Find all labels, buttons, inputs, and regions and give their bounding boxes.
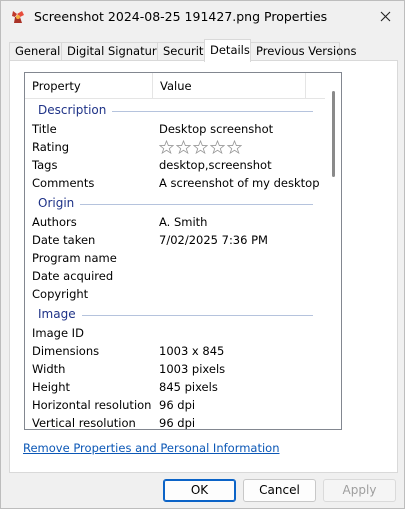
tab-details[interactable]: Details bbox=[204, 39, 251, 62]
group-label: Origin bbox=[38, 196, 81, 210]
list-header: Property Value bbox=[25, 73, 325, 99]
property-rows: Description Title Desktop screenshot Rat… bbox=[25, 99, 325, 430]
star-icon[interactable] bbox=[159, 140, 174, 154]
cancel-button[interactable]: Cancel bbox=[243, 479, 316, 502]
property-value[interactable]: desktop,screenshot bbox=[159, 156, 272, 174]
list-item[interactable]: Program name bbox=[25, 249, 325, 267]
title-bar[interactable]: Screenshot 2024-08-25 191427.png Propert… bbox=[1, 1, 404, 33]
list-item[interactable]: Horizontal resolution 96 dpi bbox=[25, 396, 325, 414]
property-value[interactable]: 1003 x 845 bbox=[159, 342, 224, 360]
property-value[interactable]: 96 dpi bbox=[159, 396, 195, 414]
list-item[interactable]: Date taken 7/02/2025 7:36 PM bbox=[25, 231, 325, 249]
list-item[interactable]: Image ID bbox=[25, 324, 325, 342]
property-name: Image ID bbox=[32, 326, 84, 340]
property-value[interactable]: 7/02/2025 7:36 PM bbox=[159, 231, 268, 249]
list-item[interactable]: Authors A. Smith bbox=[25, 213, 325, 231]
list-item[interactable]: Copyright bbox=[25, 285, 325, 303]
property-value[interactable]: 96 dpi bbox=[159, 414, 195, 429]
list-item[interactable]: Dimensions 1003 x 845 bbox=[25, 342, 325, 360]
list-item[interactable]: Comments A screenshot of my desktop bbox=[25, 174, 325, 192]
property-name: Date acquired bbox=[32, 269, 114, 283]
image-file-icon bbox=[12, 11, 24, 23]
column-header-property[interactable]: Property bbox=[26, 73, 153, 98]
group-label: Image bbox=[38, 307, 82, 321]
tab-general[interactable]: General bbox=[9, 42, 62, 61]
list-item[interactable]: Tags desktop,screenshot bbox=[25, 156, 325, 174]
property-value[interactable]: A screenshot of my desktop bbox=[159, 174, 320, 192]
property-name: Vertical resolution bbox=[32, 416, 136, 430]
tab-digital-signatures[interactable]: Digital Signatures bbox=[61, 42, 169, 61]
property-name: Height bbox=[32, 380, 71, 394]
property-name: Tags bbox=[32, 158, 58, 172]
properties-list[interactable]: Property Value Description Title Desktop… bbox=[24, 72, 342, 430]
star-icon[interactable] bbox=[176, 140, 191, 154]
group-origin[interactable]: Origin bbox=[25, 195, 325, 213]
apply-button[interactable]: Apply bbox=[323, 479, 396, 502]
star-icon[interactable] bbox=[227, 140, 242, 154]
list-item[interactable]: Width 1003 pixels bbox=[25, 360, 325, 378]
property-name: Rating bbox=[32, 140, 70, 154]
tab-strip: General Digital Signatures Security Deta… bbox=[9, 39, 399, 62]
group-label: Description bbox=[38, 103, 113, 117]
vertical-scrollbar[interactable] bbox=[327, 73, 341, 429]
list-item[interactable]: Vertical resolution 96 dpi bbox=[25, 414, 325, 430]
close-button[interactable] bbox=[367, 1, 404, 31]
star-icon[interactable] bbox=[193, 140, 208, 154]
property-name: Date taken bbox=[32, 233, 96, 247]
scrollbar-thumb[interactable] bbox=[332, 91, 335, 177]
list-item[interactable]: Height 845 pixels bbox=[25, 378, 325, 396]
window-title: Screenshot 2024-08-25 191427.png Propert… bbox=[34, 9, 328, 24]
property-name: Program name bbox=[32, 251, 117, 265]
tab-previous-versions[interactable]: Previous Versions bbox=[250, 42, 357, 61]
ok-button[interactable]: OK bbox=[163, 479, 236, 502]
property-name: Authors bbox=[32, 215, 77, 229]
property-value[interactable]: 845 pixels bbox=[159, 378, 218, 396]
tab-security[interactable]: Security bbox=[157, 42, 210, 61]
list-item[interactable]: Date acquired bbox=[25, 267, 325, 285]
property-value[interactable]: A. Smith bbox=[159, 213, 207, 231]
rating-stars[interactable] bbox=[159, 140, 242, 154]
group-description[interactable]: Description bbox=[25, 102, 325, 120]
property-value[interactable]: Desktop screenshot bbox=[159, 120, 273, 138]
star-icon[interactable] bbox=[210, 140, 225, 154]
column-header-value[interactable]: Value bbox=[154, 73, 306, 98]
property-name: Title bbox=[32, 122, 57, 136]
property-name: Copyright bbox=[32, 287, 89, 301]
list-item[interactable]: Title Desktop screenshot bbox=[25, 120, 325, 138]
property-value[interactable]: 1003 pixels bbox=[159, 360, 225, 378]
close-icon bbox=[380, 11, 391, 21]
property-name: Width bbox=[32, 362, 66, 376]
property-name: Dimensions bbox=[32, 344, 100, 358]
details-panel: Property Value Description Title Desktop… bbox=[9, 60, 398, 473]
remove-properties-link[interactable]: Remove Properties and Personal Informati… bbox=[23, 441, 280, 455]
properties-dialog: Screenshot 2024-08-25 191427.png Propert… bbox=[0, 0, 405, 509]
property-name: Horizontal resolution bbox=[32, 398, 152, 412]
list-item[interactable]: Rating bbox=[25, 138, 325, 156]
property-name: Comments bbox=[32, 176, 95, 190]
group-image[interactable]: Image bbox=[25, 306, 325, 324]
